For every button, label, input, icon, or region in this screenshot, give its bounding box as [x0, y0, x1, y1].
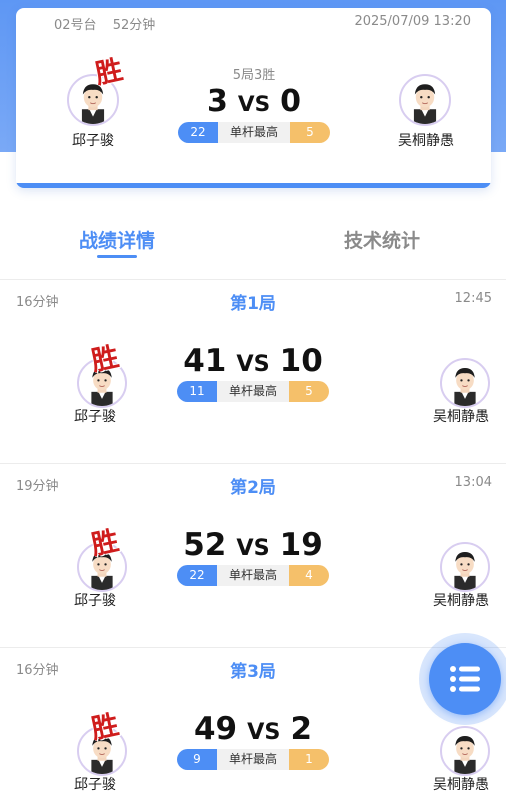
high-break-pill: 9 单杆最高 1: [177, 749, 329, 770]
high-break-pill: 22 单杆最高 5: [178, 122, 330, 143]
player-a-score: 3: [206, 84, 228, 119]
high-break-pill: 22 单杆最高 4: [177, 565, 329, 586]
player-a-name: 邱子骏: [74, 777, 116, 793]
game-time: 13:04: [454, 475, 492, 490]
player-b-avatar[interactable]: [440, 358, 490, 408]
player-b-avatar[interactable]: [399, 74, 451, 126]
table-number: 02号台: [54, 18, 97, 33]
tab-record-details[interactable]: 战绩详情: [79, 226, 155, 258]
game-card: 16分钟 第1局 12:45 胜 邱子骏 41 VS 10 11 单杆最高 5 吴桐静愚: [0, 281, 506, 463]
player-a-high-break: 22: [178, 122, 218, 143]
player-b-high-break: 4: [289, 565, 329, 586]
player-b-high-break: 5: [289, 381, 329, 402]
game-title: 第1局: [230, 294, 276, 314]
player-a-high-break: 9: [177, 749, 217, 770]
player-a-score: 41: [183, 343, 227, 379]
game-title: 第2局: [230, 478, 276, 498]
match-datetime: 2025/07/09 13:20: [354, 14, 471, 29]
player-b-avatar[interactable]: [440, 726, 490, 776]
divider: [0, 279, 506, 280]
high-break-label: 单杆最高: [218, 122, 290, 143]
menu-fab-button[interactable]: [429, 643, 501, 715]
list-icon: [450, 666, 480, 692]
player-b-avatar[interactable]: [440, 542, 490, 592]
player-b-name: 吴桐静愚: [433, 777, 489, 793]
game-score: 52 VS 19: [160, 527, 346, 563]
vs-label: VS: [237, 92, 271, 117]
vs-label: VS: [236, 351, 270, 377]
vs-label: VS: [236, 535, 270, 561]
vs-label: VS: [247, 719, 281, 745]
player-a-name: 邱子骏: [74, 409, 116, 425]
match-score: 3 VS 0: [136, 84, 372, 119]
card-accent-bar: [16, 183, 491, 188]
player-b-score: 0: [280, 84, 301, 119]
match-duration: 52分钟: [112, 18, 156, 33]
divider: [0, 463, 506, 464]
tab-tech-stats[interactable]: 技术统计: [344, 226, 420, 253]
player-a-score: 52: [183, 527, 227, 563]
player-b-name: 吴桐静愚: [433, 593, 489, 609]
high-break-label: 单杆最高: [217, 565, 289, 586]
player-b-score: 19: [279, 527, 323, 563]
player-b-score: 2: [290, 711, 313, 747]
player-a-name: 邱子骏: [74, 593, 116, 609]
player-b-high-break: 1: [289, 749, 329, 770]
player-b-name: 吴桐静愚: [398, 133, 454, 149]
player-b-score: 10: [279, 343, 323, 379]
match-summary-card: 02号台 52分钟 2025/07/09 13:20 胜 邱子骏 5局3胜 3V…: [16, 8, 491, 188]
player-a-score: 49: [193, 711, 238, 747]
game-time: 12:45: [454, 291, 492, 306]
game-score: 49 VS 2: [160, 711, 346, 747]
player-a-name: 邱子骏: [72, 133, 114, 149]
high-break-pill: 11 单杆最高 5: [177, 381, 329, 402]
player-b-high-break: 5: [290, 122, 330, 143]
player-a-high-break: 11: [177, 381, 217, 402]
game-card: 19分钟 第2局 13:04 胜 邱子骏 52 VS 19 22 单杆最高 4 吴桐静愚: [0, 465, 506, 647]
player-a-high-break: 22: [177, 565, 217, 586]
match-format: 5局3胜: [232, 68, 276, 83]
game-score: 41 VS 10: [160, 343, 346, 379]
high-break-label: 单杆最高: [217, 749, 289, 770]
tab-bar: 战绩详情 技术统计: [0, 226, 506, 266]
match-meta: 02号台 52分钟: [54, 14, 155, 33]
high-break-label: 单杆最高: [217, 381, 289, 402]
player-b-name: 吴桐静愚: [433, 409, 489, 425]
